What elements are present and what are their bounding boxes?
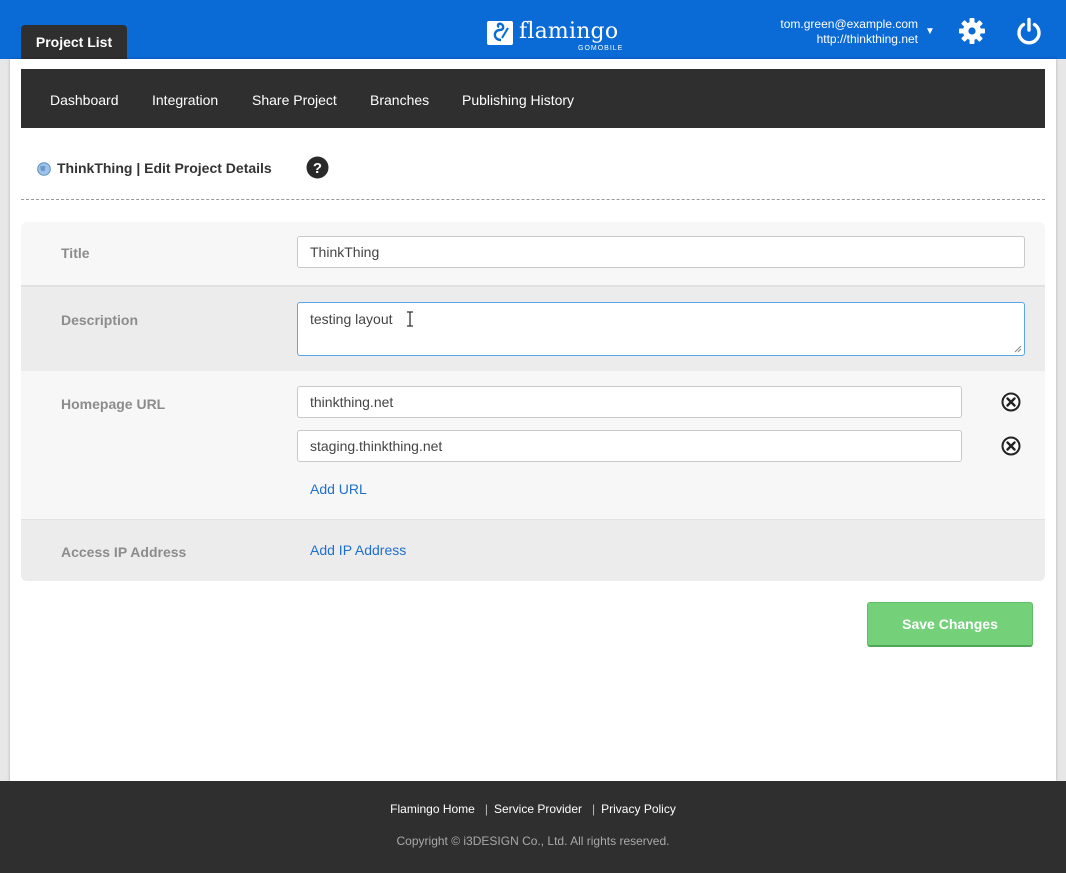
homepage-url-row: Homepage URL thinkthing.net staging.thin… bbox=[21, 371, 1045, 520]
user-account-menu[interactable]: tom.green@example.com http://thinkthing.… bbox=[780, 17, 918, 47]
subnav-publishing-history[interactable]: Publishing History bbox=[462, 69, 574, 128]
user-email: tom.green@example.com bbox=[780, 17, 918, 31]
top-bar: Project List flamingo GOMOBILE tom.green… bbox=[0, 0, 1066, 59]
access-ip-label: Access IP Address bbox=[61, 544, 187, 560]
subnav-integration[interactable]: Integration bbox=[152, 69, 218, 128]
save-changes-button[interactable]: Save Changes bbox=[867, 602, 1033, 647]
flamingo-logo[interactable]: flamingo GOMOBILE bbox=[486, 16, 622, 56]
title-input[interactable]: ThinkThing bbox=[297, 236, 1025, 268]
footer-link-flamingo-home[interactable]: Flamingo Home bbox=[390, 802, 475, 816]
text-cursor-icon bbox=[407, 311, 413, 327]
description-label: Description bbox=[61, 312, 139, 328]
footer-link-service-provider[interactable]: Service Provider bbox=[494, 802, 582, 816]
project-details-form: Title ThinkThing Description testing lay… bbox=[21, 222, 1045, 581]
subnav-dashboard[interactable]: Dashboard bbox=[50, 69, 119, 128]
footer-separator: | bbox=[592, 802, 596, 816]
remove-url-2-icon[interactable] bbox=[1001, 436, 1021, 456]
homepage-url-label: Homepage URL bbox=[61, 396, 166, 412]
logo-text: flamingo bbox=[519, 19, 619, 44]
user-site: http://thinkthing.net bbox=[816, 32, 918, 46]
svg-text:?: ? bbox=[313, 160, 322, 177]
description-text: testing layout bbox=[310, 311, 393, 327]
footer-separator: | bbox=[484, 802, 488, 816]
power-icon[interactable] bbox=[1015, 17, 1043, 45]
flamingo-logo-icon bbox=[487, 21, 513, 45]
title-label: Title bbox=[61, 245, 90, 261]
homepage-url-input-1[interactable]: thinkthing.net bbox=[297, 386, 962, 418]
add-url-link[interactable]: Add URL bbox=[310, 481, 367, 497]
chevron-down-icon[interactable]: ▼ bbox=[925, 27, 935, 37]
footer-link-privacy-policy[interactable]: Privacy Policy bbox=[601, 802, 676, 816]
project-subnav: Dashboard Integration Share Project Bran… bbox=[21, 69, 1045, 128]
title-row: Title ThinkThing bbox=[21, 222, 1045, 286]
page-title: ThinkThing | Edit Project Details bbox=[57, 160, 272, 176]
description-row: Description testing layout bbox=[21, 286, 1045, 372]
gear-icon[interactable] bbox=[958, 17, 986, 45]
resize-handle-icon[interactable] bbox=[1014, 345, 1022, 353]
main-panel: Dashboard Integration Share Project Bran… bbox=[10, 59, 1056, 781]
add-ip-address-link[interactable]: Add IP Address bbox=[310, 542, 406, 558]
tab-project-list[interactable]: Project List bbox=[21, 25, 127, 59]
footer-links: Flamingo Home | Service Provider | Privacy P… bbox=[0, 802, 1066, 816]
remove-url-1-icon[interactable] bbox=[1001, 392, 1021, 412]
description-textarea[interactable]: testing layout bbox=[297, 302, 1025, 356]
homepage-url-input-2[interactable]: staging.thinkthing.net bbox=[297, 430, 962, 462]
footer: Flamingo Home | Service Provider | Privacy P… bbox=[0, 781, 1066, 873]
access-ip-row: Access IP Address Add IP Address bbox=[21, 520, 1045, 581]
globe-icon bbox=[37, 162, 51, 176]
page-header: ThinkThing | Edit Project Details ? bbox=[21, 129, 1045, 200]
subnav-branches[interactable]: Branches bbox=[370, 69, 429, 128]
question-circle-icon[interactable]: ? bbox=[306, 156, 329, 179]
subnav-share-project[interactable]: Share Project bbox=[252, 69, 337, 128]
copyright-text: Copyright © i3DESIGN Co., Ltd. All right… bbox=[396, 834, 670, 848]
logo-subtext: GOMOBILE bbox=[578, 45, 624, 52]
